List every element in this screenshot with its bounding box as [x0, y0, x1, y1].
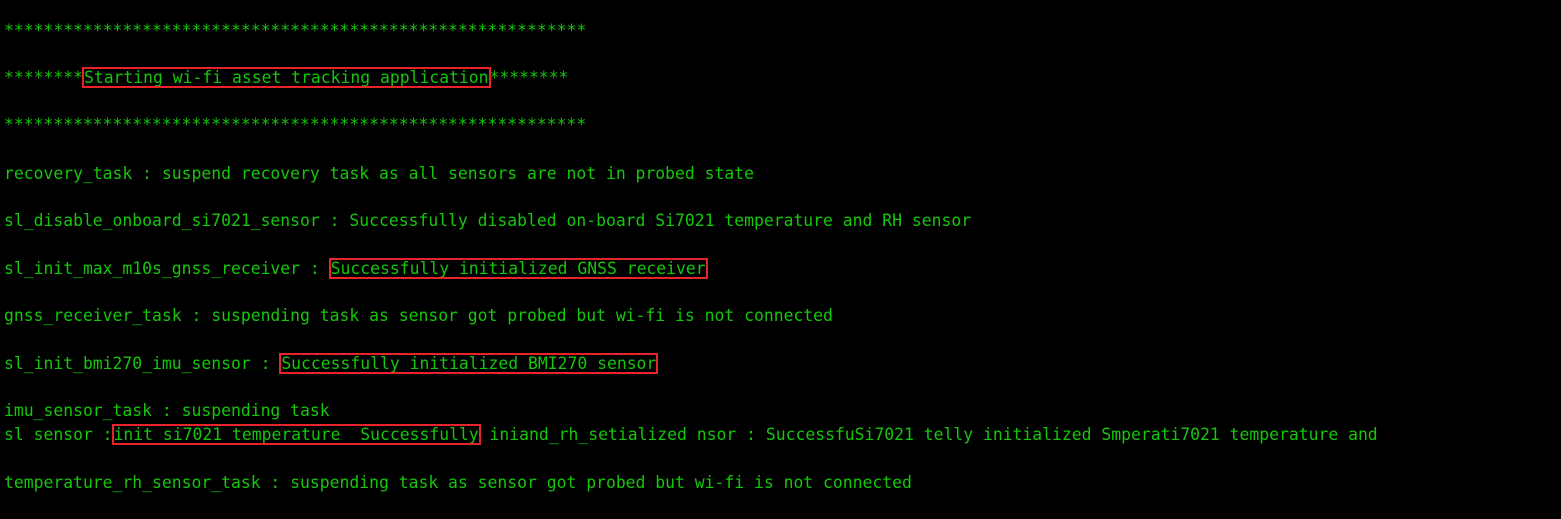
banner-text-highlight: Starting wi-fi asset tracking applicatio… — [81, 67, 491, 88]
gnss-init-result-highlight: Successfully initialized GNSS receiver — [328, 258, 708, 279]
log-line-si7021-disable: sl_disable_onboard_si7021_sensor : Succe… — [4, 211, 972, 230]
banner-stars-bottom: ****************************************… — [4, 115, 587, 134]
log-line-recovery: recovery_task : suspend recovery task as… — [4, 164, 754, 183]
log-line-gnss-init: sl_init_max_m10s_gnss_receiver : Success… — [4, 258, 708, 280]
log-line-bmi-init: sl_init_bmi270_imu_sensor : Successfully… — [4, 353, 659, 375]
banner-stars-top: ****************************************… — [4, 21, 587, 40]
banner-prefix: ******** — [4, 68, 83, 87]
banner-line: ********Starting wi-fi asset tracking ap… — [4, 67, 569, 89]
log-line-temp-task: temperature_rh_sensor_task : suspending … — [4, 473, 912, 492]
garbled-highlight: init_si7021_temperature_ Successfully — [111, 424, 481, 445]
garbled-prefix: sl sensor : — [4, 425, 113, 444]
log-line-garbled-sensor: sl sensor :init_si7021_temperature_ Succ… — [4, 424, 1378, 446]
log-line-imu-task: imu_sensor_task : suspending task — [4, 401, 330, 420]
log-line-gnss-task: gnss_receiver_task : suspending task as … — [4, 306, 833, 325]
bmi-init-result-highlight: Successfully initialized BMI270 sensor — [279, 353, 659, 374]
terminal-window[interactable]: ****************************************… — [0, 0, 1561, 519]
bmi-init-prefix: sl_init_bmi270_imu_sensor : — [4, 354, 281, 373]
banner-suffix: ******** — [489, 68, 569, 87]
gnss-init-prefix: sl_init_max_m10s_gnss_receiver : — [4, 259, 330, 278]
garbled-rest: iniand_rh_setialized nsor : SuccessfuSi7… — [479, 425, 1378, 444]
